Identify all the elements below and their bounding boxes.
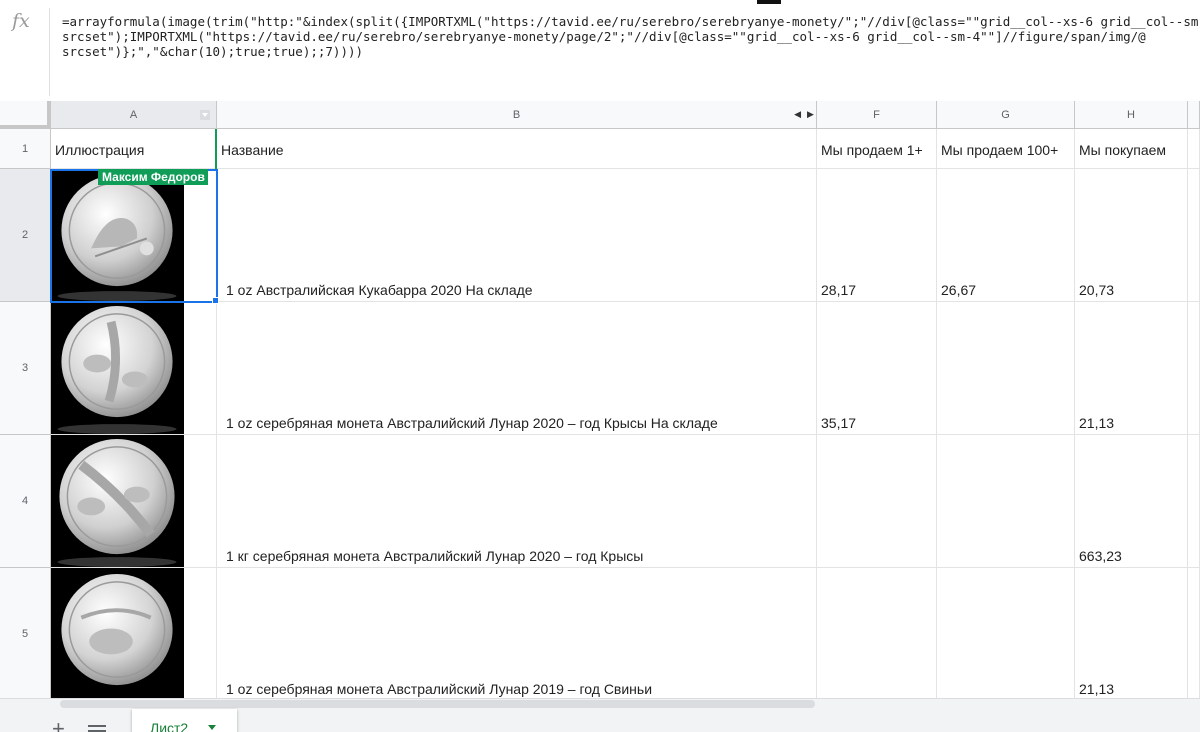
toolbar-edge-mark xyxy=(757,0,781,4)
sell-100-cell[interactable] xyxy=(937,435,1075,568)
column-letter: F xyxy=(873,108,880,121)
sheet-tab-label: Лист2 xyxy=(150,720,189,732)
filter-dropdown-icon[interactable] xyxy=(200,110,210,120)
column-header-next[interactable] xyxy=(1188,101,1200,129)
expand-left-icon[interactable]: ◀ xyxy=(794,109,801,120)
buy-cell[interactable]: 21,13 xyxy=(1075,568,1188,701)
name-cell[interactable]: 1 oz серебряная монета Австралийский Лун… xyxy=(217,302,817,435)
lunar-rat-coin-image xyxy=(51,302,184,434)
column-letter: A xyxy=(129,108,138,121)
empty-cell[interactable] xyxy=(1188,302,1200,435)
header-cell-illustration[interactable]: Иллюстрация xyxy=(51,129,217,169)
sell-1-cell[interactable] xyxy=(817,568,937,701)
horizontal-scrollbar[interactable] xyxy=(60,700,815,708)
expand-right-icon[interactable]: ▶ xyxy=(807,109,814,120)
sheet-bar: + Лист2 xyxy=(0,698,1200,732)
sell-1-cell[interactable] xyxy=(817,435,937,568)
name-cell[interactable]: 1 кг серебряная монета Австралийский Лун… xyxy=(217,435,817,568)
lunar-pig-coin-image xyxy=(51,568,184,700)
lunar-rat-kg-coin-image xyxy=(51,435,184,567)
column-header-b[interactable]: B ◀ ▶ xyxy=(217,101,817,129)
header-cell-name[interactable]: Название xyxy=(217,129,817,169)
image-cell[interactable] xyxy=(51,302,217,435)
header-cell-buy[interactable]: Мы покупаем xyxy=(1075,129,1188,169)
name-cell[interactable]: 1 oz Австралийская Кукабарра 2020 На скл… xyxy=(217,169,817,302)
name-cell[interactable]: 1 oz серебряная монета Австралийский Лун… xyxy=(217,568,817,701)
row-header-3[interactable]: 3 xyxy=(0,302,51,435)
sell-1-cell[interactable]: 28,17 xyxy=(817,169,937,302)
formula-input[interactable]: =arrayformula(image(trim("http:"&index(s… xyxy=(62,14,1200,59)
empty-cell[interactable] xyxy=(1188,169,1200,302)
sell-1-cell[interactable]: 35,17 xyxy=(817,302,937,435)
image-cell[interactable] xyxy=(51,435,217,568)
header-cell-sell-1[interactable]: Мы продаем 1+ xyxy=(817,129,937,169)
sell-100-cell[interactable]: 26,67 xyxy=(937,169,1075,302)
column-header-g[interactable]: G xyxy=(937,101,1075,129)
image-cell[interactable] xyxy=(51,568,217,701)
fx-icon: fx xyxy=(12,10,30,32)
sell-100-cell[interactable] xyxy=(937,568,1075,701)
column-header-h[interactable]: H xyxy=(1075,101,1188,129)
column-letter: H xyxy=(1127,108,1135,121)
empty-cell[interactable] xyxy=(1188,435,1200,568)
coin-icon xyxy=(57,438,177,567)
empty-cell[interactable] xyxy=(1188,568,1200,701)
row-header-2[interactable]: 2 xyxy=(0,169,51,302)
collaborator-label: Максим Федоров xyxy=(98,169,208,185)
image-cell[interactable] xyxy=(51,169,217,302)
add-sheet-icon[interactable]: + xyxy=(52,718,65,732)
kookaburra-coin-image xyxy=(51,169,184,301)
collaborator-cursor-line xyxy=(215,129,217,169)
header-cell-sell-100[interactable]: Мы продаем 100+ xyxy=(937,129,1075,169)
column-letter: G xyxy=(1001,108,1010,121)
buy-cell[interactable]: 20,73 xyxy=(1075,169,1188,302)
row-header-1[interactable]: 1 xyxy=(0,129,51,169)
coin-icon xyxy=(57,174,177,301)
column-letter: B xyxy=(512,108,521,121)
column-header-f[interactable]: F xyxy=(817,101,937,129)
empty-cell[interactable] xyxy=(1188,129,1200,169)
row-header-4[interactable]: 4 xyxy=(0,435,51,568)
column-header-a[interactable]: A xyxy=(51,101,217,129)
sheet-tab-dropdown-icon[interactable] xyxy=(208,725,216,730)
buy-cell[interactable]: 21,13 xyxy=(1075,302,1188,435)
coin-icon xyxy=(57,305,177,434)
sell-100-cell[interactable] xyxy=(937,302,1075,435)
row-header-5[interactable]: 5 xyxy=(0,568,51,701)
coin-icon xyxy=(61,573,173,686)
hidden-columns-toggle[interactable]: ◀ ▶ xyxy=(791,101,817,128)
formula-bar-divider xyxy=(49,8,50,96)
buy-cell[interactable]: 663,23 xyxy=(1075,435,1188,568)
fill-handle[interactable] xyxy=(212,297,219,304)
formula-bar: fx =arrayformula(image(trim("http:"&inde… xyxy=(0,0,1200,102)
sheet-tab-active[interactable]: Лист2 xyxy=(132,709,237,732)
